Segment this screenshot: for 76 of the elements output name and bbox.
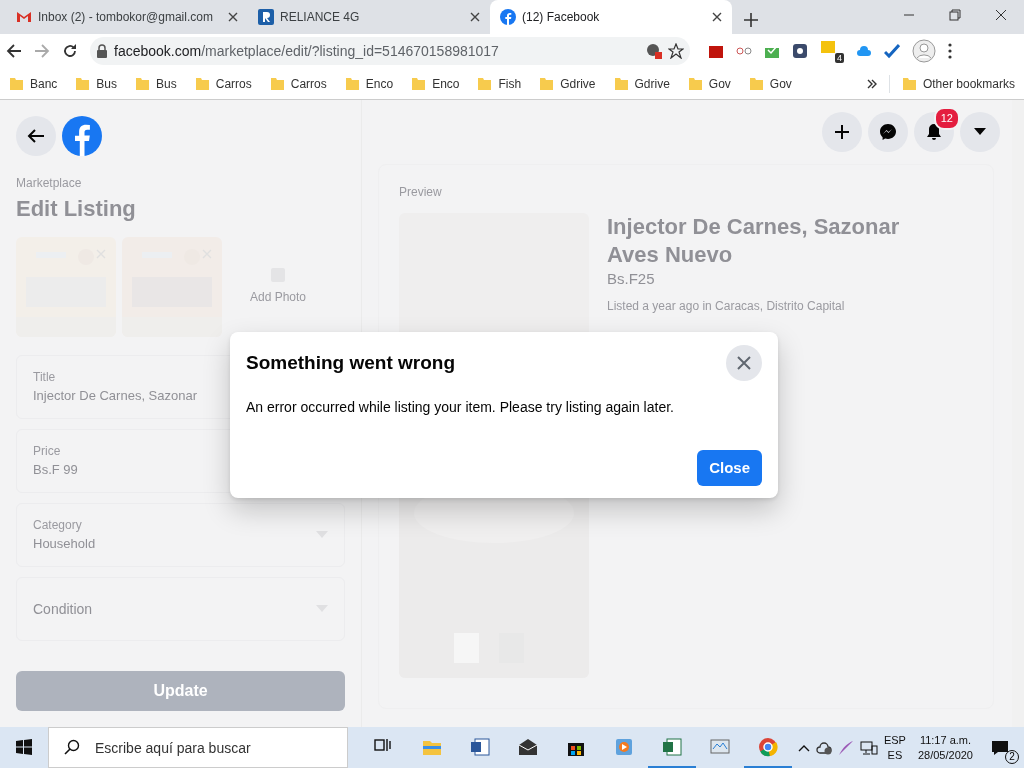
preview-heading: Preview [399, 184, 443, 201]
bookmark[interactable]: Carros [191, 74, 255, 93]
star-icon[interactable] [668, 43, 684, 59]
notification-count: 12 [933, 107, 960, 130]
bookmark[interactable]: Gov [745, 74, 795, 93]
listing-price: Bs.F25 [607, 269, 656, 289]
bookmark[interactable]: Enco [408, 74, 463, 93]
clock[interactable]: 11:17 a.m. 28/05/2020 [911, 733, 979, 762]
close-icon[interactable] [712, 12, 722, 22]
caret-icon [974, 128, 986, 136]
back-icon[interactable] [6, 43, 22, 59]
page-heading: Edit Listing [16, 195, 137, 223]
bookmark[interactable]: Gov [684, 74, 734, 93]
extension-button[interactable]: 4 [820, 39, 844, 63]
listing-title: Injector De Carnes, Sazonar Aves Nuevo [607, 213, 901, 268]
bookmark[interactable]: Gdrive [610, 74, 673, 93]
profile-icon[interactable] [912, 39, 936, 63]
more-icon[interactable] [948, 43, 952, 59]
lock-icon [96, 44, 108, 58]
excel-icon [662, 736, 682, 757]
reliance-icon [258, 9, 274, 25]
bookmark[interactable]: Other bookmarks [888, 74, 1018, 93]
search-field[interactable]: Escribe aquí para buscar [48, 727, 348, 768]
account-button[interactable] [960, 112, 1000, 152]
monitor-icon [710, 736, 730, 757]
checkmark-icon[interactable] [884, 43, 900, 59]
bookmark[interactable]: Bus [72, 74, 121, 93]
reload-icon[interactable] [62, 43, 78, 59]
url-text: facebook.com/marketplace/edit/?listing_id=514670158981017 [114, 41, 499, 61]
network-icon[interactable] [859, 739, 878, 756]
bookmark[interactable]: Carros [266, 74, 330, 93]
notification-center-button[interactable]: 2 [985, 729, 1021, 766]
address-bar[interactable]: facebook.com/marketplace/edit/?listing_id=514670158981017 [90, 37, 690, 65]
windows-icon [16, 738, 32, 755]
browser-tab[interactable]: RELIANCE 4G [248, 0, 490, 34]
facebook-icon [500, 9, 516, 25]
chevron-icon[interactable] [866, 78, 877, 89]
restore-icon[interactable] [947, 7, 963, 23]
cloud-icon[interactable] [815, 740, 832, 755]
close-button[interactable]: Close [697, 450, 762, 486]
create-button[interactable] [822, 112, 862, 152]
bookmark[interactable]: Fish [474, 74, 525, 93]
back-button[interactable] [16, 116, 56, 156]
bookmark[interactable]: Bus [132, 74, 180, 93]
chrome-icon [758, 736, 778, 757]
facebook-logo-icon[interactable] [62, 116, 102, 156]
word-icon [470, 736, 490, 757]
language-indicator[interactable]: ESP ES [883, 733, 906, 762]
search-icon [64, 739, 80, 755]
gmail-icon [16, 9, 32, 25]
message-icon [991, 739, 1009, 756]
close-icon[interactable] [993, 7, 1009, 23]
feather-icon[interactable] [837, 739, 854, 756]
bell-icon [926, 123, 942, 141]
bookmark[interactable]: Gdrive [536, 74, 599, 93]
blocked-cookie-icon[interactable] [646, 43, 662, 59]
browser-tab[interactable]: Inbox (2) - tombokor@gmail.com [6, 0, 248, 34]
close-icon[interactable] [228, 12, 238, 22]
listing-meta: Listed a year ago in Caracas, Distrito Capital [607, 297, 846, 315]
plus-icon [744, 13, 758, 27]
envelope-icon [518, 736, 538, 757]
extension-badge: 4 [835, 53, 844, 63]
close-icon[interactable] [470, 12, 480, 22]
chevron-up-icon[interactable] [797, 743, 810, 752]
tag-icon [820, 39, 836, 55]
close-icon [736, 355, 752, 371]
bookmark[interactable]: Banc [6, 74, 61, 93]
bookmark[interactable]: Enco [341, 74, 397, 93]
messenger-button[interactable] [868, 112, 908, 152]
puzzle-icon[interactable] [792, 43, 808, 59]
browser-tab[interactable]: (12) Facebook [490, 0, 732, 34]
close-button[interactable] [726, 345, 762, 381]
arrow-icon [27, 127, 45, 145]
messenger-icon [879, 123, 897, 141]
plus-icon [834, 124, 850, 140]
play-icon [614, 736, 634, 757]
